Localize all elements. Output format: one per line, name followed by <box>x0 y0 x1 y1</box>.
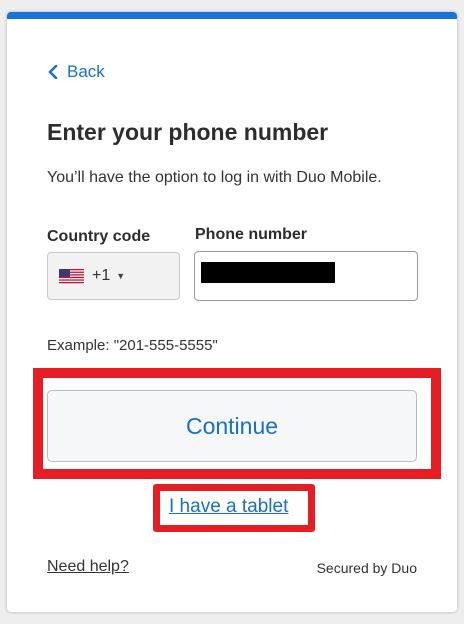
continue-button[interactable]: Continue <box>47 390 417 462</box>
country-code-select[interactable]: +1 ▼ <box>47 252 180 300</box>
page-subtitle: You’ll have the option to log in with Du… <box>47 169 382 186</box>
country-code-value: +1 <box>92 267 111 284</box>
need-help-link[interactable]: Need help? <box>47 558 129 576</box>
login-card: Back Enter your phone number You’ll have… <box>7 12 457 612</box>
us-flag-icon <box>59 268 84 284</box>
chevron-left-icon <box>48 65 58 79</box>
accent-bar <box>7 12 457 19</box>
phone-number-input[interactable] <box>194 251 418 301</box>
phone-number-label: Phone number <box>195 226 308 243</box>
country-code-label: Country code <box>47 228 151 245</box>
back-link[interactable]: Back <box>47 62 105 82</box>
secured-by-duo: Secured by Duo <box>316 560 417 576</box>
phone-example-hint: Example: "201-555-5555" <box>47 337 218 354</box>
redacted-phone-number <box>201 262 335 283</box>
page-title: Enter your phone number <box>47 119 329 145</box>
caret-down-icon: ▼ <box>116 271 126 281</box>
tablet-link[interactable]: I have a tablet <box>169 496 288 518</box>
back-label: Back <box>67 62 105 81</box>
